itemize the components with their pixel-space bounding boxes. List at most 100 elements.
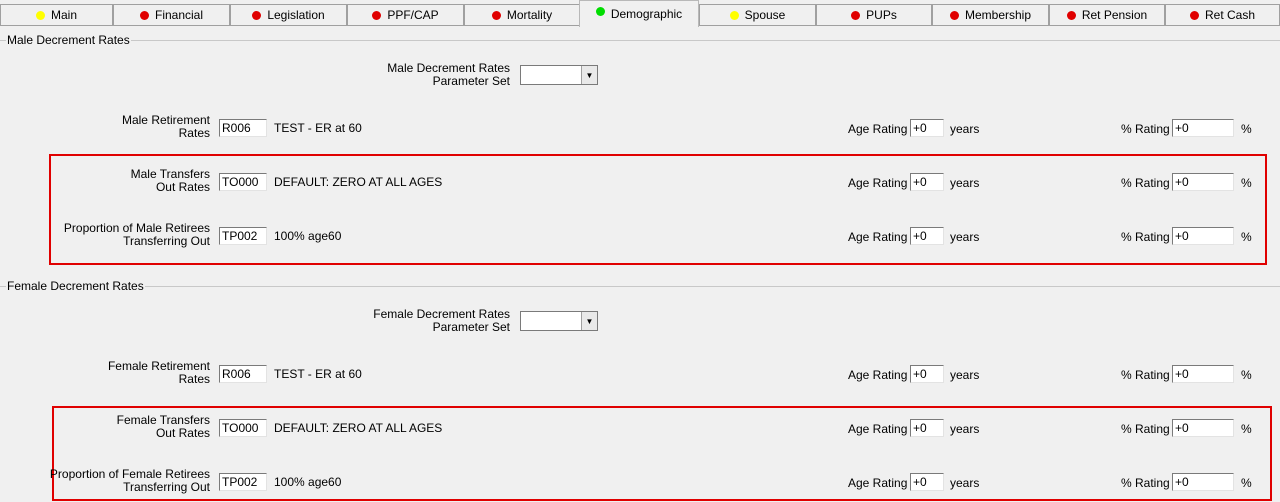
- status-dot-icon: [35, 10, 45, 20]
- status-dot-icon: [139, 10, 149, 20]
- label-line: Out Rates: [155, 426, 210, 440]
- female-retirement-description: TEST - ER at 60: [274, 367, 362, 381]
- tab-bar: Main Financial Legislation PPF/CAP Morta…: [0, 0, 1280, 27]
- tab-financial[interactable]: Financial: [113, 4, 230, 25]
- male-retirees-age-rating-field[interactable]: +0: [910, 227, 944, 245]
- status-dot-icon: [595, 7, 605, 16]
- highlight-box: [49, 154, 1267, 265]
- percent-unit: %: [1241, 176, 1252, 190]
- tab-ppf-cap[interactable]: PPF/CAP: [347, 4, 464, 25]
- tab-label: Mortality: [506, 8, 553, 22]
- label-line: Out Rates: [155, 180, 210, 194]
- male-retirement-code-field[interactable]: R006: [219, 119, 267, 137]
- status-dot-icon: [252, 10, 262, 20]
- male-transfers-pct-rating-field[interactable]: +0: [1172, 173, 1234, 191]
- female-retirees-transferring-label: Proportion of Female Retirees Transferri…: [0, 468, 210, 494]
- years-unit: years: [950, 368, 980, 382]
- female-retirees-transferring-code-field[interactable]: TP002: [219, 473, 267, 491]
- years-unit: years: [950, 422, 980, 436]
- tab-label: Legislation: [267, 8, 325, 22]
- male-transfers-description: DEFAULT: ZERO AT ALL AGES: [274, 175, 443, 189]
- group-legend: Female Decrement Rates: [6, 279, 145, 293]
- tab-demographic[interactable]: Demographic: [579, 0, 699, 27]
- male-transfers-code-field[interactable]: TO000: [219, 173, 267, 191]
- tab-label: Membership: [964, 8, 1032, 22]
- status-dot-icon: [949, 10, 959, 20]
- group-legend: Male Decrement Rates: [6, 33, 131, 47]
- tab-ret-cash[interactable]: Ret Cash: [1165, 4, 1280, 25]
- tab-ret-pension[interactable]: Ret Pension: [1049, 4, 1165, 25]
- female-retirees-age-rating-field[interactable]: +0: [910, 473, 944, 491]
- status-dot-icon: [851, 10, 861, 20]
- label-line: Parameter Set: [432, 320, 510, 334]
- female-transfers-age-rating-field[interactable]: +0: [910, 419, 944, 437]
- tab-main[interactable]: Main: [0, 4, 113, 25]
- percent-unit: %: [1241, 122, 1252, 136]
- tab-membership[interactable]: Membership: [932, 4, 1049, 25]
- female-transfers-pct-rating-field[interactable]: +0: [1172, 419, 1234, 437]
- male-transfers-age-rating-field[interactable]: +0: [910, 173, 944, 191]
- male-retirement-age-rating-field[interactable]: +0: [910, 119, 944, 137]
- pct-rating-label: % Rating: [1121, 368, 1170, 382]
- label-line: Parameter Set: [432, 74, 510, 88]
- chevron-down-icon[interactable]: ▼: [581, 66, 597, 84]
- years-unit: years: [950, 122, 980, 136]
- tab-legislation[interactable]: Legislation: [230, 4, 347, 25]
- percent-unit: %: [1241, 476, 1252, 490]
- male-retirees-pct-rating-field[interactable]: +0: [1172, 227, 1234, 245]
- male-retirement-pct-rating-field[interactable]: +0: [1172, 119, 1234, 137]
- percent-unit: %: [1241, 422, 1252, 436]
- years-unit: years: [950, 476, 980, 490]
- status-dot-icon: [1066, 10, 1076, 20]
- label-line: Transferring Out: [123, 480, 210, 494]
- pct-rating-label: % Rating: [1121, 122, 1170, 136]
- male-retirement-description: TEST - ER at 60: [274, 121, 362, 135]
- pct-rating-label: % Rating: [1121, 422, 1170, 436]
- female-retirement-code-field[interactable]: R006: [219, 365, 267, 383]
- female-retirement-rates-label: Female Retirement Rates: [0, 360, 210, 386]
- chevron-down-icon[interactable]: ▼: [581, 312, 597, 330]
- status-dot-icon: [729, 10, 739, 20]
- tab-mortality[interactable]: Mortality: [464, 4, 580, 25]
- years-unit: years: [950, 176, 980, 190]
- male-retirement-rates-label: Male Retirement Rates: [0, 114, 210, 140]
- tab-label: PUPs: [866, 8, 897, 22]
- pct-rating-label: % Rating: [1121, 476, 1170, 490]
- male-param-set-select[interactable]: ▼: [520, 65, 598, 85]
- pct-rating-label: % Rating: [1121, 230, 1170, 244]
- female-transfers-out-label: Female Transfers Out Rates: [0, 414, 210, 440]
- female-transfers-code-field[interactable]: TO000: [219, 419, 267, 437]
- label-line: Rates: [178, 126, 210, 140]
- female-retirement-pct-rating-field[interactable]: +0: [1172, 365, 1234, 383]
- male-param-set-label: Male Decrement Rates Parameter Set: [300, 62, 510, 88]
- male-retirees-transferring-code-field[interactable]: TP002: [219, 227, 267, 245]
- status-dot-icon: [372, 10, 382, 20]
- tab-label: Financial: [154, 8, 204, 22]
- percent-unit: %: [1241, 230, 1252, 244]
- age-rating-label: Age Rating: [848, 122, 908, 136]
- percent-unit: %: [1241, 368, 1252, 382]
- status-dot-icon: [1189, 10, 1199, 20]
- age-rating-label: Age Rating: [848, 422, 908, 436]
- tab-pups[interactable]: PUPs: [816, 4, 932, 25]
- female-retirees-pct-rating-field[interactable]: +0: [1172, 473, 1234, 491]
- tab-label: PPF/CAP: [387, 8, 439, 22]
- label-line: Rates: [178, 372, 210, 386]
- female-transfers-description: DEFAULT: ZERO AT ALL AGES: [274, 421, 443, 435]
- age-rating-label: Age Rating: [848, 368, 908, 382]
- female-retirement-age-rating-field[interactable]: +0: [910, 365, 944, 383]
- status-dot-icon: [491, 10, 501, 20]
- tab-label: Spouse: [744, 8, 786, 22]
- pct-rating-label: % Rating: [1121, 176, 1170, 190]
- tab-label: Main: [50, 8, 77, 22]
- tab-label: Ret Pension: [1081, 8, 1148, 22]
- male-transfers-out-label: Male Transfers Out Rates: [0, 168, 210, 194]
- tab-spouse[interactable]: Spouse: [699, 4, 816, 25]
- female-param-set-label: Female Decrement Rates Parameter Set: [300, 308, 510, 334]
- female-param-set-select[interactable]: ▼: [520, 311, 598, 331]
- tab-label: Demographic: [610, 7, 683, 21]
- label-line: Transferring Out: [123, 234, 210, 248]
- female-retirees-transferring-description: 100% age60: [274, 475, 342, 489]
- age-rating-label: Age Rating: [848, 476, 908, 490]
- tab-label: Ret Cash: [1204, 8, 1256, 22]
